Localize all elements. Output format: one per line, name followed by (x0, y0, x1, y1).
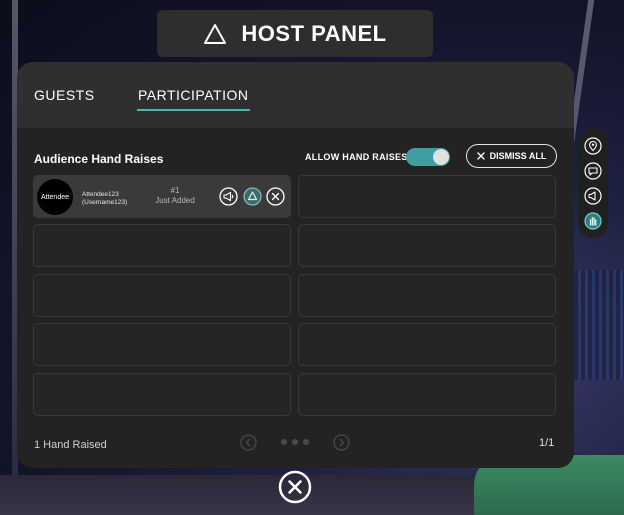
page-indicator: 1/1 (539, 437, 555, 449)
side-rail (578, 128, 608, 238)
hand-raise-slot-empty (33, 373, 291, 416)
hand-raise-slot-empty (298, 175, 556, 218)
page-dots (281, 439, 309, 445)
tab-participation[interactable]: PARTICIPATION (136, 87, 251, 111)
hand-raise-slot: Attendee Attendee123 (Username123) #1 Ju… (33, 175, 291, 218)
avatar: Attendee (37, 179, 73, 215)
hand-raise-slot-empty (33, 323, 291, 366)
hand-raise-slot-empty (298, 274, 556, 317)
dismiss-all-label: DISMISS ALL (489, 151, 547, 161)
hand-raise-slot-empty (33, 274, 291, 317)
hand-raise-slot-empty (298, 373, 556, 416)
hand-raise-slot-empty (33, 224, 291, 267)
tab-guests[interactable]: GUESTS (34, 87, 95, 103)
chevron-left-icon[interactable] (240, 434, 257, 451)
avatar-label: Attendee (40, 193, 70, 201)
host-panel-header: HOST PANEL (157, 10, 433, 57)
hand-raise-slot-empty (298, 224, 556, 267)
attendee-rank-block: #1 Just Added (154, 186, 196, 206)
megaphone-icon[interactable] (219, 187, 238, 206)
page-dot (281, 439, 287, 445)
hand-raise-count: 1 Hand Raised (34, 439, 107, 451)
triangle-icon (204, 23, 227, 44)
hand-raise-icon[interactable] (584, 212, 602, 230)
close-panel-button[interactable] (278, 470, 312, 504)
section-title: Audience Hand Raises (34, 152, 164, 166)
chevron-right-icon[interactable] (333, 434, 350, 451)
attendee-name: Attendee123 (82, 191, 119, 198)
attendee-rank: #1 (170, 186, 180, 195)
allow-hand-raises-toggle[interactable] (406, 148, 450, 166)
attendee-username: (Username123) (82, 199, 128, 206)
toggle-knob (433, 149, 449, 165)
allow-hand-raises-label: ALLOW HAND RAISES (305, 152, 408, 162)
tab-bar: GUESTS PARTICIPATION (17, 62, 574, 128)
close-icon[interactable] (266, 187, 285, 206)
attendee-status: Just Added (155, 196, 195, 205)
page-title: HOST PANEL (241, 20, 387, 46)
hand-raise-slot-empty (298, 323, 556, 366)
host-panel: GUESTS PARTICIPATION Audience Hand Raise… (17, 62, 574, 468)
pin-icon[interactable] (584, 137, 602, 155)
attendee-name-block: Attendee123 (Username123) (82, 191, 127, 207)
megaphone-icon[interactable] (584, 187, 602, 205)
chat-icon[interactable] (584, 162, 602, 180)
page-dot (303, 439, 309, 445)
dismiss-all-button[interactable]: DISMISS ALL (466, 144, 557, 168)
spotlight-triangle-icon[interactable] (243, 187, 262, 206)
page-dot (292, 439, 298, 445)
close-icon (476, 152, 485, 160)
